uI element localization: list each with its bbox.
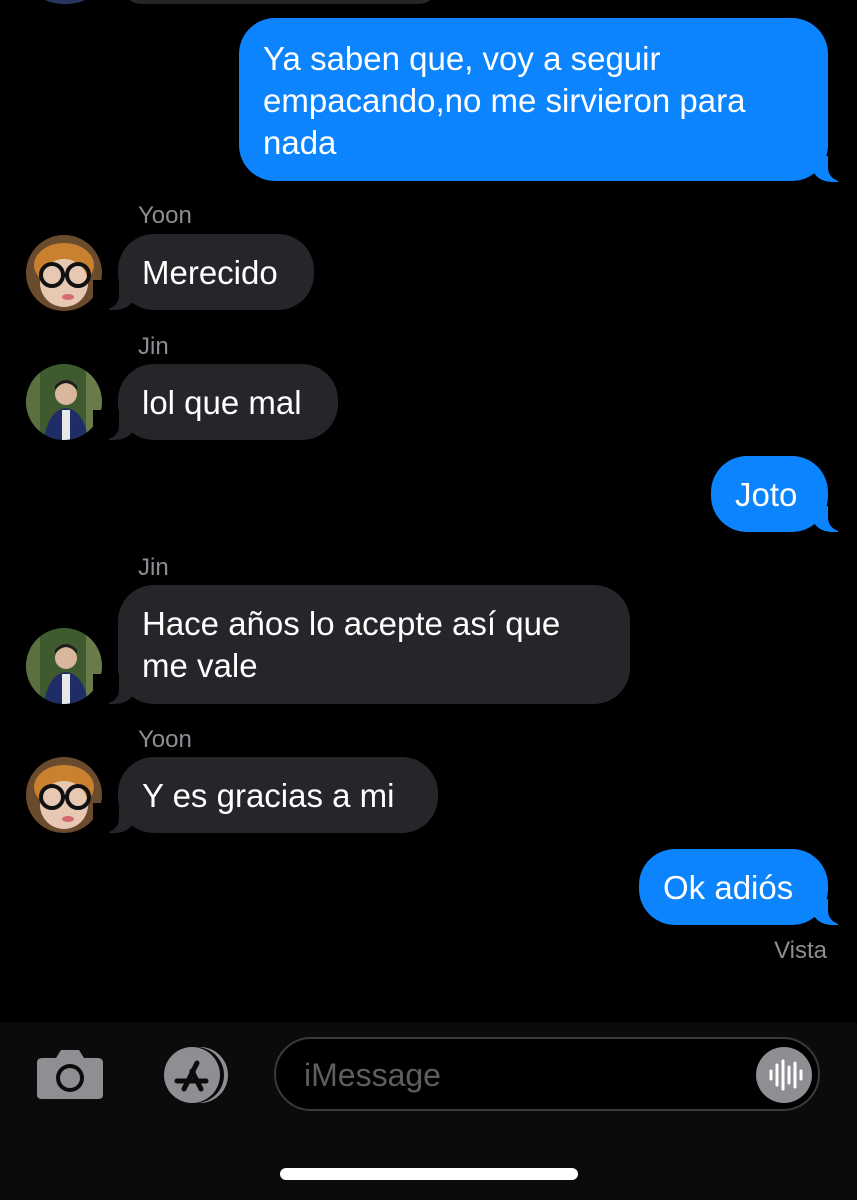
previous-avatar-fragment xyxy=(30,0,100,4)
avatar-jin[interactable] xyxy=(26,364,102,440)
sender-name: Jin xyxy=(138,554,169,581)
incoming-message-bubble[interactable]: lol que mal xyxy=(118,364,338,440)
incoming-message-bubble[interactable]: Hace años lo acepte así que me vale xyxy=(118,585,630,704)
bubble-tail xyxy=(812,152,854,182)
incoming-message-bubble[interactable]: Merecido xyxy=(118,234,314,310)
bubble-tail xyxy=(93,674,135,704)
sender-name: Yoon xyxy=(138,726,192,753)
sender-name: Yoon xyxy=(138,202,192,229)
bubble-tail xyxy=(93,280,135,310)
avatar-yoon[interactable] xyxy=(26,235,102,311)
previous-message-fragment xyxy=(120,0,440,4)
home-indicator[interactable] xyxy=(280,1168,578,1180)
camera-icon[interactable] xyxy=(36,1048,104,1100)
audio-waveform-icon[interactable] xyxy=(756,1047,812,1103)
avatar-jin[interactable] xyxy=(26,628,102,704)
app-store-icon[interactable] xyxy=(150,1045,230,1105)
read-status: Vista xyxy=(774,937,827,964)
bubble-tail xyxy=(812,895,854,925)
bubble-tail xyxy=(812,502,854,532)
outgoing-message-bubble[interactable]: Ya saben que, voy a seguir empacando,no … xyxy=(239,18,828,181)
sender-name: Jin xyxy=(138,333,169,360)
message-input[interactable]: iMessage xyxy=(274,1037,820,1111)
outgoing-message-bubble[interactable]: Ok adiós xyxy=(639,849,828,925)
bubble-tail xyxy=(93,410,135,440)
avatar-yoon[interactable] xyxy=(26,757,102,833)
bubble-tail xyxy=(93,803,135,833)
outgoing-message-bubble[interactable]: Joto xyxy=(711,456,828,532)
message-input-placeholder: iMessage xyxy=(304,1057,441,1093)
incoming-message-bubble[interactable]: Y es gracias a mi xyxy=(118,757,438,833)
